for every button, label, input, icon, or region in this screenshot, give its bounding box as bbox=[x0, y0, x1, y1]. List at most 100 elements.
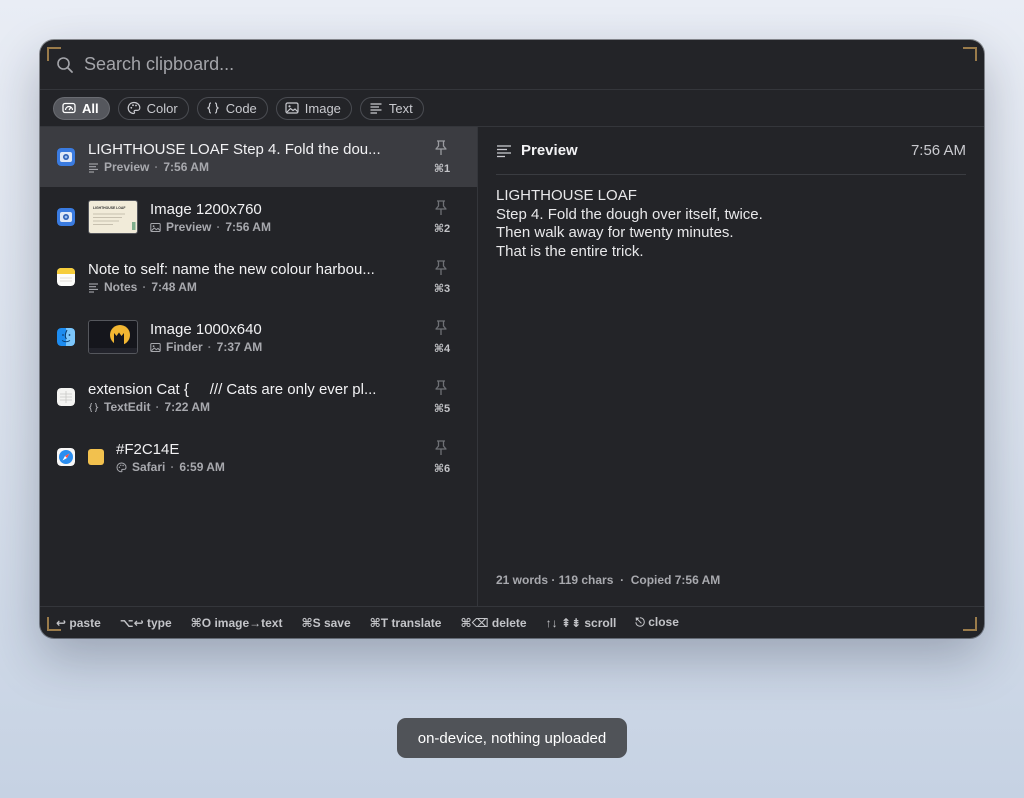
filter-chip-label: Image bbox=[304, 100, 341, 116]
hint-translate: ⌘T translate bbox=[369, 615, 442, 630]
preview-stats: 21 words · 119 chars · Copied 7:56 AM bbox=[496, 573, 721, 587]
image-icon bbox=[285, 102, 299, 114]
clip-title: Note to self: name the new colour harbou… bbox=[88, 261, 375, 278]
clip-item[interactable]: LIGHTHOUSE LOAF Step 4. Fold the dou... … bbox=[40, 127, 477, 187]
hint-scroll: ↑↓ ⇞⇟ scroll bbox=[545, 615, 617, 630]
clip-app: Preview bbox=[166, 220, 212, 234]
clip-item[interactable]: LIGHTHOUSE LOAF Image 1200x760 Preview · 7… bbox=[40, 187, 477, 247]
filter-chip-label: Code bbox=[225, 100, 257, 116]
clip-meta: TextEdit · 7:22 AM bbox=[88, 400, 376, 414]
preview-content[interactable]: LIGHTHOUSE LOAF Step 4. Fold the dough o… bbox=[496, 187, 966, 261]
pin-icon[interactable] bbox=[433, 379, 449, 397]
clip-item[interactable]: Image 1000x640 Finder · 7:37 AM ⌘4 bbox=[40, 307, 477, 367]
clip-time: 7:56 AM bbox=[163, 160, 209, 174]
text-lines-icon bbox=[89, 282, 98, 293]
privacy-toast: on-device, nothing uploaded bbox=[397, 718, 627, 758]
corner-bracket-top-right bbox=[963, 47, 977, 61]
filter-chip-label: All bbox=[82, 100, 99, 116]
finder-app-icon bbox=[57, 328, 75, 346]
color-swatch bbox=[88, 449, 104, 465]
clip-title: extension Cat { /// Cats are only ever p… bbox=[88, 381, 377, 398]
hint-delete: ⌘⌫ delete bbox=[460, 615, 527, 630]
clip-shortcut: ⌘4 bbox=[433, 343, 451, 355]
clip-time: 7:48 AM bbox=[151, 280, 197, 294]
clip-meta: Safari · 6:59 AM bbox=[116, 460, 225, 474]
filter-chip-all[interactable]: All bbox=[53, 96, 110, 120]
image-thumbnail bbox=[88, 320, 138, 354]
clip-title: #F2C14E bbox=[116, 441, 180, 458]
clip-app: Finder bbox=[166, 340, 203, 354]
hint-close: ⎋ close bbox=[635, 615, 679, 629]
all-icon bbox=[62, 102, 76, 114]
clip-app: Preview bbox=[104, 160, 150, 174]
preview-time: 7:56 AM bbox=[910, 142, 966, 159]
textedit-app-icon bbox=[57, 388, 75, 406]
clip-item[interactable]: Note to self: name the new colour harbou… bbox=[40, 247, 477, 307]
text-lines-icon bbox=[497, 144, 511, 157]
clip-app: Notes bbox=[104, 280, 138, 294]
clip-app: Safari bbox=[132, 460, 166, 474]
clip-app: TextEdit bbox=[104, 400, 151, 414]
clip-shortcut: ⌘3 bbox=[433, 283, 451, 295]
clip-shortcut: ⌘2 bbox=[433, 223, 451, 235]
filter-chip-image[interactable]: Image bbox=[275, 96, 352, 120]
hint-image-to-text: ⌘O image→text bbox=[190, 615, 283, 630]
clip-time: 6:59 AM bbox=[179, 460, 225, 474]
pin-icon[interactable] bbox=[433, 199, 449, 217]
clip-meta: Finder · 7:37 AM bbox=[150, 340, 262, 354]
image-icon bbox=[150, 222, 161, 232]
palette-icon bbox=[127, 101, 141, 115]
filter-bar: All Color Code Image Text bbox=[40, 90, 984, 127]
pin-icon[interactable] bbox=[433, 259, 449, 277]
pin-icon[interactable] bbox=[433, 319, 449, 337]
clip-shortcut: ⌘6 bbox=[433, 463, 451, 475]
filter-chip-code[interactable]: Code bbox=[196, 96, 268, 120]
clip-time: 7:56 AM bbox=[225, 220, 271, 234]
braces-icon bbox=[88, 402, 99, 412]
filter-chip-label: Color bbox=[146, 100, 178, 116]
clip-item[interactable]: #F2C14E Safari · 6:59 AM ⌘6 bbox=[40, 427, 477, 487]
corner-bracket-top-left bbox=[47, 47, 61, 61]
search-bar bbox=[40, 40, 984, 90]
palette-icon bbox=[116, 461, 127, 472]
image-icon bbox=[150, 342, 161, 352]
hint-paste: ↩ paste bbox=[56, 615, 101, 630]
clipboard-window: All Color Code Image Text LIGHTHOUSE LOA… bbox=[40, 40, 984, 638]
thumbnail-heading: LIGHTHOUSE LOAF bbox=[93, 206, 125, 210]
clip-meta: Preview · 7:56 AM bbox=[150, 220, 271, 234]
hint-type: ⌥↩ type bbox=[119, 615, 172, 630]
text-lines-icon bbox=[370, 103, 382, 114]
clip-item[interactable]: extension Cat { /// Cats are only ever p… bbox=[40, 367, 477, 427]
preview-pane: Preview 7:56 AM LIGHTHOUSE LOAF Step 4. … bbox=[478, 127, 984, 607]
search-input[interactable] bbox=[84, 54, 784, 75]
hint-save: ⌘S save bbox=[301, 615, 351, 630]
preview-app-icon bbox=[57, 208, 75, 226]
content-area: LIGHTHOUSE LOAF Step 4. Fold the dou... … bbox=[40, 127, 984, 607]
clip-title: LIGHTHOUSE LOAF Step 4. Fold the dou... bbox=[88, 141, 381, 158]
clip-title: Image 1200x760 bbox=[150, 201, 262, 218]
preview-title: Preview bbox=[521, 142, 578, 159]
preview-line: That is the entire trick. bbox=[496, 242, 644, 260]
text-lines-icon bbox=[89, 162, 98, 173]
clip-title: Image 1000x640 bbox=[150, 321, 262, 338]
clip-time: 7:22 AM bbox=[164, 400, 211, 414]
filter-chip-text[interactable]: Text bbox=[359, 96, 424, 120]
braces-icon bbox=[206, 102, 219, 114]
safari-app-icon bbox=[57, 448, 75, 466]
filter-chip-color[interactable]: Color bbox=[117, 96, 189, 120]
preview-line: Then walk away for twenty minutes. bbox=[496, 224, 734, 241]
clip-shortcut: ⌘5 bbox=[433, 403, 451, 415]
preview-line: LIGHTHOUSE LOAF bbox=[496, 187, 637, 204]
pin-icon[interactable] bbox=[433, 439, 449, 457]
clip-meta: Preview · 7:56 AM bbox=[88, 160, 381, 174]
clip-shortcut: ⌘1 bbox=[433, 163, 451, 175]
shortcut-footer: ↩ paste ⌥↩ type ⌘O image→text ⌘S save ⌘T… bbox=[40, 606, 984, 638]
image-thumbnail: LIGHTHOUSE LOAF bbox=[88, 200, 138, 234]
clipboard-list: LIGHTHOUSE LOAF Step 4. Fold the dou... … bbox=[40, 127, 478, 607]
preview-header: Preview 7:56 AM bbox=[496, 127, 966, 175]
pin-icon[interactable] bbox=[433, 139, 449, 157]
preview-line: Step 4. Fold the dough over itself, twic… bbox=[496, 205, 763, 223]
filter-chip-label: Text bbox=[388, 100, 413, 116]
clip-meta: Notes · 7:48 AM bbox=[88, 280, 375, 294]
clip-time: 7:37 AM bbox=[216, 340, 263, 354]
